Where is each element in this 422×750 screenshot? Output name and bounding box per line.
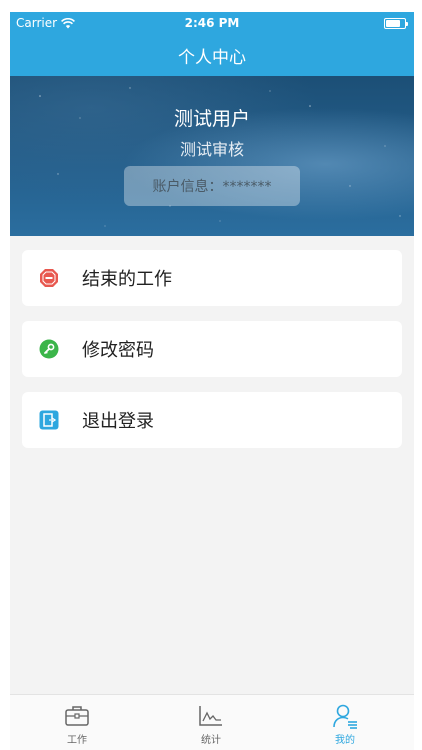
- line-chart-icon: [199, 706, 222, 726]
- tab-label: 工作: [67, 735, 87, 746]
- user-role: 测试审核: [179, 140, 244, 159]
- menu-item-label: 修改密码: [82, 340, 154, 361]
- menu-item-change-password[interactable]: 修改密码: [22, 321, 402, 377]
- battery-icon: [384, 18, 408, 29]
- stop-octagon-icon: [40, 269, 58, 287]
- menu-item-label: 结束的工作: [82, 269, 172, 290]
- tab-statistics[interactable]: 统计: [144, 695, 278, 750]
- tab-profile[interactable]: 我的: [278, 695, 412, 750]
- account-info-button[interactable]: 账户信息：*******: [124, 166, 300, 206]
- profile-banner: 测试用户 测试审核 账户信息：*******: [10, 76, 414, 236]
- account-info-label: 账户信息：*******: [152, 179, 272, 195]
- tab-bar: 工作 统计 我的: [10, 694, 414, 750]
- tab-label: 统计: [201, 735, 221, 746]
- status-time: 2:46 PM: [184, 16, 240, 30]
- menu-item-label: 退出登录: [82, 411, 154, 432]
- logout-door-icon: [39, 410, 59, 430]
- key-icon: [39, 339, 59, 359]
- user-profile-icon: [333, 704, 357, 729]
- status-bar: Carrier 2:46 PM: [10, 12, 414, 34]
- user-name: 测试用户: [173, 108, 250, 130]
- tab-work[interactable]: 工作: [10, 695, 144, 750]
- tab-label: 我的: [335, 735, 355, 746]
- page-title: 个人中心: [178, 47, 246, 68]
- menu-item-finished-work[interactable]: 结束的工作: [22, 250, 402, 306]
- menu-item-logout[interactable]: 退出登录: [22, 392, 402, 448]
- app-screen: Carrier 2:46 PM 个人中心 测试用户 测试审核 账户信息：****…: [10, 12, 414, 750]
- nav-bar: 个人中心: [10, 34, 414, 76]
- briefcase-icon: [65, 706, 89, 726]
